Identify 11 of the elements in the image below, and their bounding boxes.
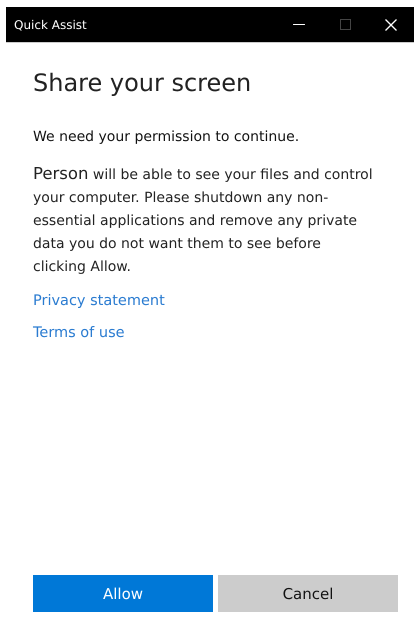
link[interactable]: Terms of use [33,325,125,341]
cancel-button[interactable]: Cancel [218,575,398,612]
link[interactable]: Privacy statement [33,293,165,309]
permission-message: Person will be able to see your files and control your computer. Please shutdown any non-essential applications and remove any private data you do not want them to see before clicking Allow. [33,163,373,277]
window-title: Quick Assist [14,18,88,32]
intro-text: We need your permission to continue. [33,129,300,145]
minimize-icon [293,24,305,26]
dialog-heading: Share your screen [33,69,252,97]
close-icon [385,18,397,30]
maximize-icon [340,19,350,30]
allow-button[interactable]: Allow [33,575,213,612]
